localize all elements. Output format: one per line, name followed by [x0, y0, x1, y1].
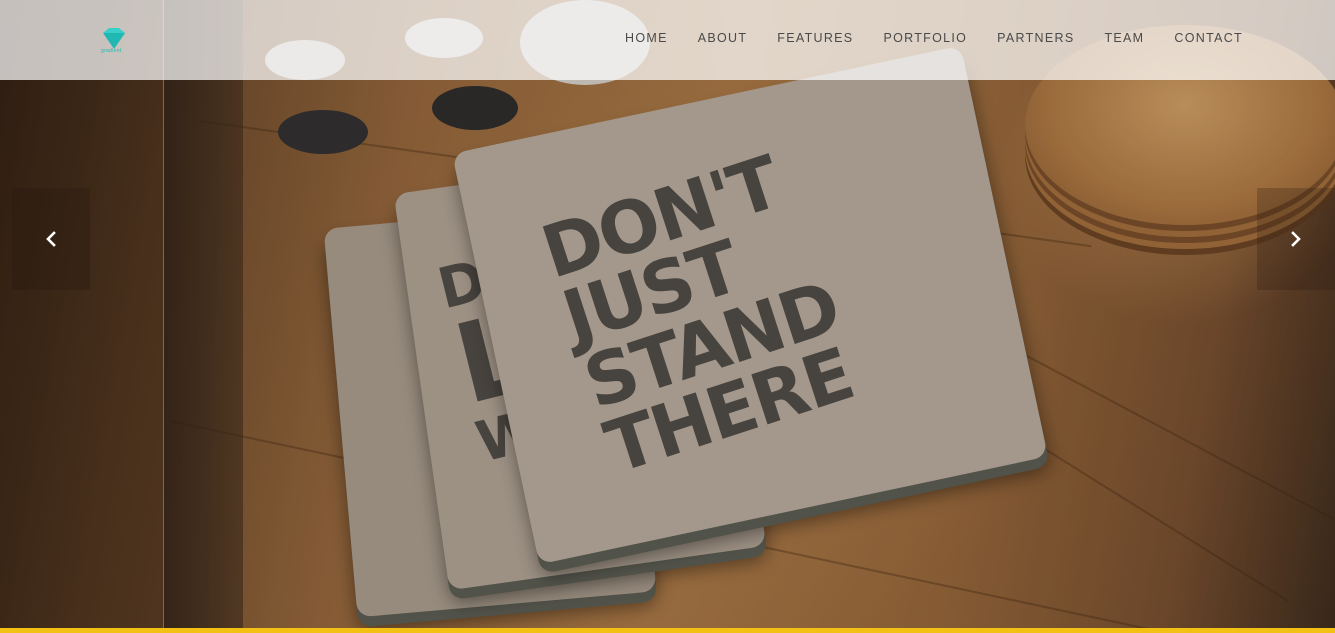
chevron-left-icon — [46, 231, 56, 247]
sidebar-overlay — [0, 0, 164, 628]
nav-portfolio[interactable]: PORTFOLIO — [883, 31, 967, 45]
hero-slide: DO L WA DON'T JUST STAND THERE — [0, 0, 1335, 628]
nav-home[interactable]: HOME — [625, 31, 668, 45]
nav-features[interactable]: FEATURES — [777, 31, 853, 45]
nav-contact[interactable]: CONTACT — [1174, 31, 1243, 45]
accent-bar — [0, 628, 1335, 633]
main-menu: HOME ABOUT FEATURES PORTFOLIO PARTNERS T… — [595, 31, 1243, 45]
nav-about[interactable]: ABOUT — [698, 31, 748, 45]
nav-team[interactable]: TEAM — [1104, 31, 1144, 45]
top-navbar: gradient HOME ABOUT FEATURES PORTFOLIO P… — [0, 0, 1335, 80]
nav-partners[interactable]: PARTNERS — [997, 31, 1074, 45]
slider-prev-button[interactable] — [12, 188, 90, 290]
slider-next-button[interactable] — [1257, 188, 1335, 290]
logo-text: gradient — [101, 48, 122, 54]
chevron-right-icon — [1291, 231, 1301, 247]
